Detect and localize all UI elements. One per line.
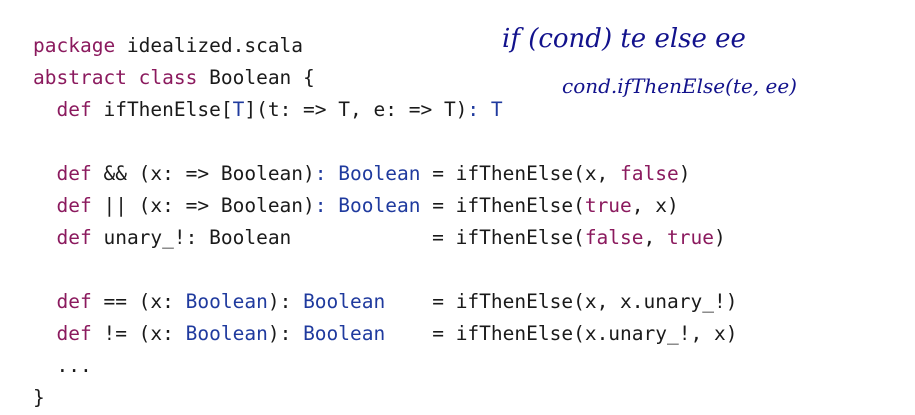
handwritten-note-if-else: if (cond) te else ee (502, 24, 746, 54)
code-type: Boolean (185, 322, 268, 345)
code-type: Boolean (303, 290, 386, 313)
code-keyword: def (56, 98, 92, 121)
code-type: Boolean (303, 322, 386, 345)
code-text: Boolean { (197, 66, 315, 89)
code-text: && (x: => Boolean) (91, 162, 315, 185)
code-text: ) (713, 226, 726, 249)
code-line: ... (33, 350, 737, 382)
code-line: def == (x: Boolean): Boolean = ifThenEls… (33, 286, 737, 318)
code-keyword: def (56, 162, 92, 185)
code-line: def ifThenElse[T](t: => T, e: => T): T (33, 94, 737, 126)
code-text: } (33, 386, 45, 409)
code-text: ) (678, 162, 691, 185)
code-type: : Boolean (314, 194, 421, 217)
code-text: ](t: => T, e: => T) (244, 98, 468, 121)
code-keyword: def (56, 194, 92, 217)
code-keyword: def (56, 290, 92, 313)
code-text: == (x: (91, 290, 186, 313)
code-keyword: false (584, 226, 644, 249)
code-line: def unary_!: Boolean = ifThenElse(false,… (33, 222, 737, 254)
code-text: unary_!: Boolean = ifThenElse( (91, 226, 585, 249)
code-type: T (232, 98, 245, 121)
code-text: = ifThenElse(x, (420, 162, 621, 185)
code-type: Boolean (185, 290, 268, 313)
code-line: def || (x: => Boolean): Boolean = ifThen… (33, 190, 737, 222)
code-type: : T (467, 98, 503, 121)
code-text: ifThenElse[ (91, 98, 233, 121)
code-line: def && (x: => Boolean): Boolean = ifThen… (33, 158, 737, 190)
code-text: || (x: => Boolean) (91, 194, 315, 217)
code-text: , (643, 226, 667, 249)
code-keyword: package (33, 34, 116, 57)
code-keyword: def (56, 322, 92, 345)
code-text: = ifThenElse( (420, 194, 585, 217)
code-text: = ifThenElse(x.unary_!, x) (385, 322, 738, 345)
code-keyword: abstract class (33, 66, 198, 89)
code-text: , x) (631, 194, 679, 217)
code-line: def != (x: Boolean): Boolean = ifThenEls… (33, 318, 737, 350)
code-keyword: def (56, 226, 92, 249)
code-keyword: false (620, 162, 679, 185)
code-text: idealized.scala (115, 34, 304, 57)
code-line: } (33, 382, 737, 414)
code-keyword: true (667, 226, 714, 249)
code-type: : Boolean (314, 162, 421, 185)
code-text: = ifThenElse(x, x.unary_!) (385, 290, 738, 313)
handwritten-note-ifthenelse-call: cond.ifThenElse(te, ee) (562, 74, 797, 98)
code-text: ): (267, 322, 304, 345)
code-keyword: true (584, 194, 632, 217)
code-text: != (x: (91, 322, 186, 345)
code-text: ... (33, 354, 92, 377)
code-text: ): (267, 290, 304, 313)
